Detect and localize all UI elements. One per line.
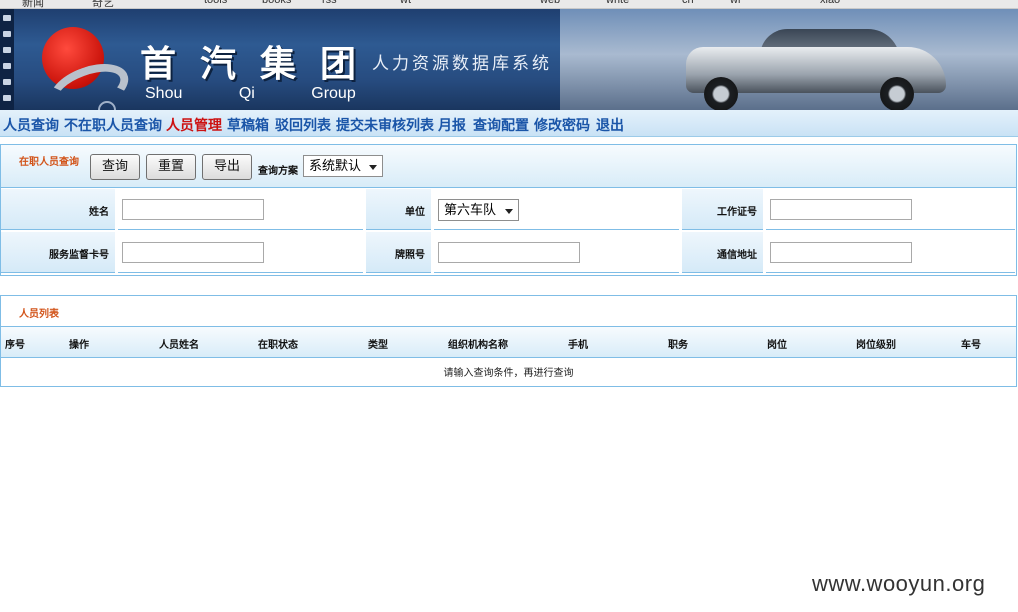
query-scheme-select[interactable]: 系统默认 [303,155,383,177]
header-banner: 首汽集团 Shou Qi Group 人力资源数据库系统 [0,9,1018,110]
main-nav: 人员查询 不在职人员查询 人员管理 草稿箱 驳回列表 提交未审核列表 月报 查询… [0,110,1018,137]
bookmark-item[interactable]: books [262,0,291,6]
chevron-down-icon [505,209,513,214]
column-header: 操作 [69,340,89,351]
system-title: 人力资源数据库系统 [372,54,552,74]
car-wheel-image [704,77,738,110]
field-value-cell [118,232,363,273]
bookmark-item[interactable]: tools [204,0,227,6]
nav-item-inactive-query[interactable]: 不在职人员查询 [64,115,162,135]
field-label-cell: 单位 [366,189,431,230]
field-value-cell: 第六车队 [434,189,679,230]
nav-item-logout[interactable]: 退出 [596,115,624,135]
field-value-cell [118,189,363,230]
column-header: 在职状态 [258,340,298,351]
person-table-header: 序号 操作 人员姓名 在职状态 类型 组织机构名称 手机 职务 岗位 岗位级别 … [1,326,1016,358]
bookmark-item[interactable]: wt [400,0,411,6]
search-panel-header: 在职人员查询 查询 重置 导出 查询方案 系统默认 [1,145,1016,188]
field-label-cell: 通信地址 [682,232,763,273]
nav-item-pending-review[interactable]: 提交未审核列表 [336,115,434,135]
service-card-input[interactable] [122,242,264,263]
name-input[interactable] [122,199,264,220]
address-input[interactable] [770,242,912,263]
search-row-2: 服务监督卡号 牌照号 通信地址 [1,232,1016,274]
column-header: 类型 [368,340,388,351]
empty-table-message: 请输入查询条件，再进行查询 [443,368,574,379]
work-cert-label: 工作证号 [717,207,757,218]
bookmark-item[interactable]: xiao [820,0,840,6]
unit-label: 单位 [405,207,425,218]
column-header: 手机 [568,340,588,351]
chevron-down-icon [369,165,377,170]
unit-value: 第六车队 [444,203,497,218]
unit-select[interactable]: 第六车队 [438,199,519,221]
bookmark-bar: 新闻 奇艺 tools books rss wt web write ch wi… [0,0,1018,9]
nav-item-drafts[interactable]: 草稿箱 [227,115,269,135]
column-header: 车号 [961,340,981,351]
field-label-cell: 工作证号 [682,189,763,230]
address-label: 通信地址 [717,250,757,261]
nav-item-person-manage[interactable]: 人员管理 [166,115,222,135]
bookmark-item[interactable]: rss [322,0,337,6]
work-cert-input[interactable] [770,199,912,220]
export-button[interactable]: 导出 [202,154,252,180]
bookmark-item[interactable]: 奇艺 [92,0,114,8]
reset-button[interactable]: 重置 [146,154,196,180]
column-header: 岗位 [767,340,787,351]
bookmark-item[interactable]: write [606,0,629,6]
plate-label: 牌照号 [395,250,425,261]
company-name-cn: 首汽集团 [140,43,381,85]
field-label-cell: 服务监督卡号 [1,232,115,273]
company-name-en: Shou Qi Group [145,85,356,102]
person-list-panel: 人员列表 序号 操作 人员姓名 在职状态 类型 组织机构名称 手机 职务 岗位 … [0,295,1017,387]
nav-item-rejected-list[interactable]: 驳回列表 [275,115,331,135]
car-wheel-image [880,77,914,110]
field-label-cell: 牌照号 [366,232,431,273]
search-row-1: 姓名 单位 第六车队 工作证号 [1,189,1016,231]
watermark: www.wooyun.org [812,571,986,596]
field-value-cell [766,189,1015,230]
person-list-title: 人员列表 [19,309,59,320]
column-header: 组织机构名称 [448,340,508,351]
nav-item-change-password[interactable]: 修改密码 [534,115,590,135]
search-panel: 在职人员查询 查询 重置 导出 查询方案 系统默认 姓名 单位 第六车队 工作证… [0,144,1017,276]
search-panel-title: 在职人员查询 [19,157,79,168]
bookmark-item[interactable]: web [540,0,560,6]
bookmark-item[interactable]: wi [730,0,740,6]
column-header: 序号 [5,340,25,351]
query-scheme-value: 系统默认 [309,159,362,174]
nav-item-query-config[interactable]: 查询配置 [473,115,529,135]
company-logo [40,27,136,110]
film-strip-decoration [0,9,14,110]
plate-input[interactable] [438,242,580,263]
column-header: 岗位级别 [856,340,896,351]
query-button[interactable]: 查询 [90,154,140,180]
bookmark-item[interactable]: ch [682,0,694,6]
field-value-cell [434,232,679,273]
nav-item-person-query[interactable]: 人员查询 [3,115,59,135]
service-card-label: 服务监督卡号 [49,250,109,261]
name-label: 姓名 [89,207,109,218]
column-header: 人员姓名 [159,340,199,351]
field-value-cell [766,232,1015,273]
field-label-cell: 姓名 [1,189,115,230]
column-header: 职务 [668,340,688,351]
bookmark-item[interactable]: 新闻 [22,0,44,8]
query-scheme-label: 查询方案 [258,166,298,177]
nav-item-monthly-report[interactable]: 月报 [438,115,466,135]
